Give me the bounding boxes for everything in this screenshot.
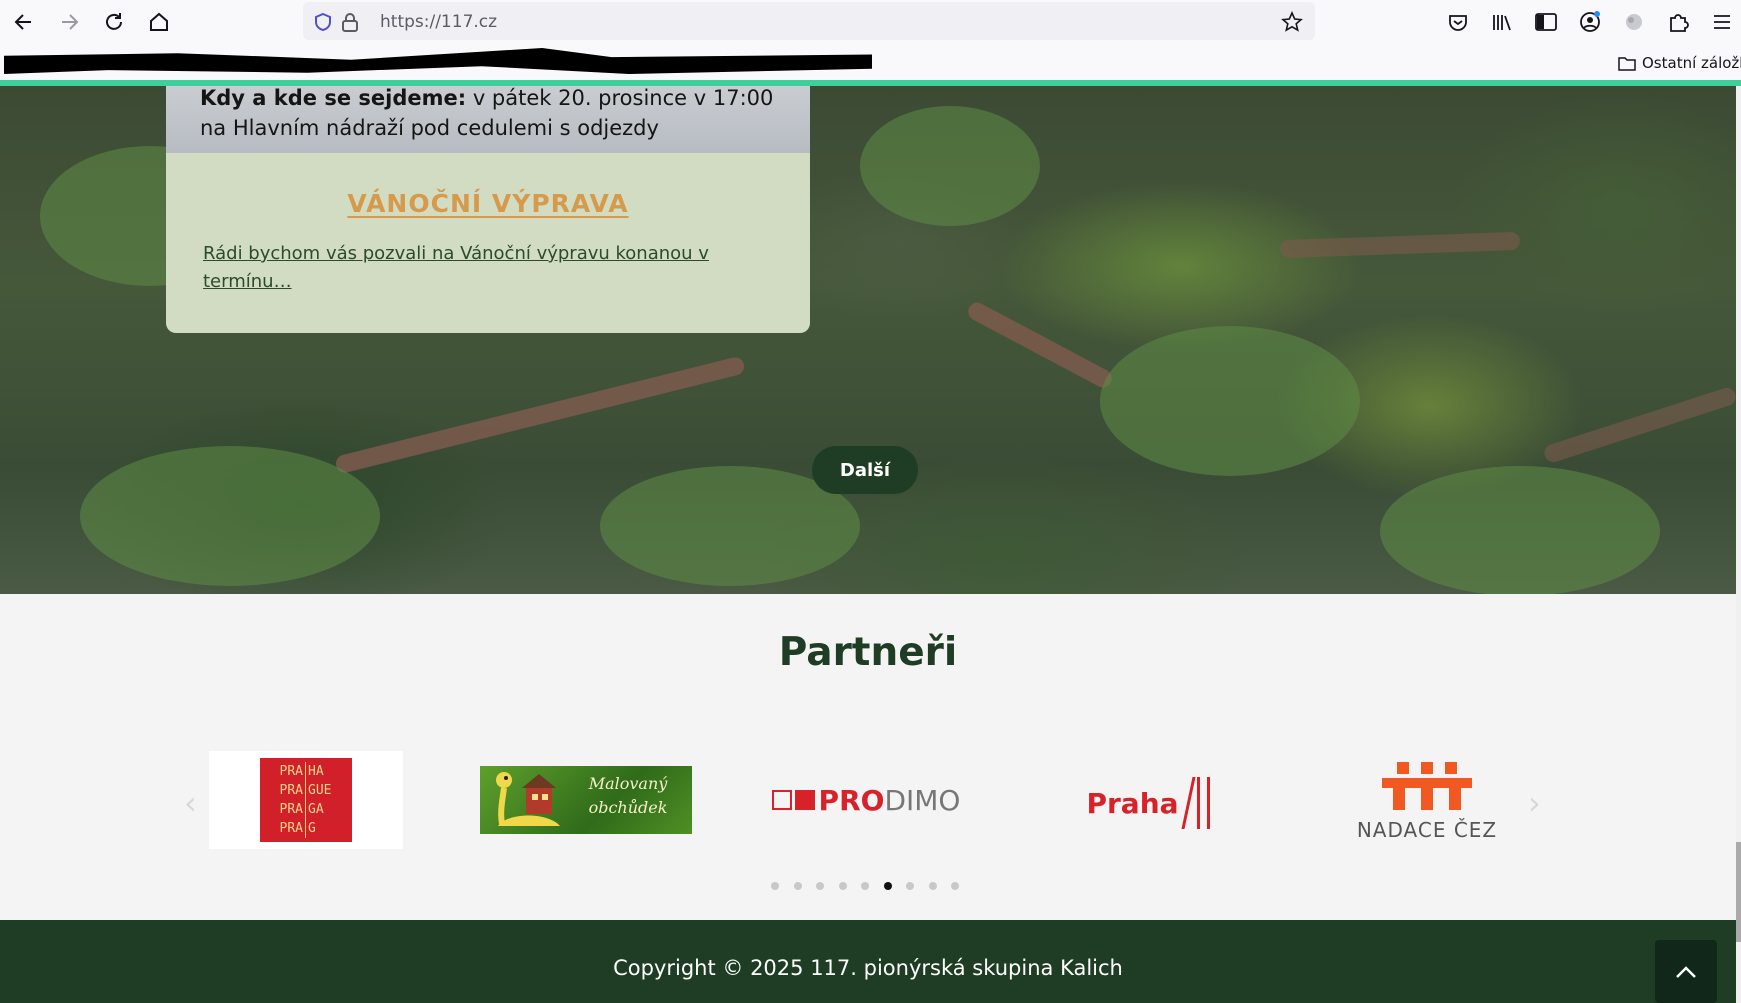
partners-title: Partneři (778, 630, 958, 675)
cez-leg (1421, 788, 1433, 810)
back-to-top-button[interactable] (1655, 940, 1717, 1003)
praha-logo-text: PRA (266, 819, 306, 838)
carousel-dot[interactable] (793, 882, 802, 890)
event-card-body: VÁNOČNÍ VÝPRAVA Rádi bychom vás pozvali … (166, 153, 810, 333)
praha-logo-text: GA (308, 802, 324, 817)
back-icon (14, 14, 31, 30)
event-meet-info: Kdy a kde se sejdeme: v pátek 20. prosin… (200, 86, 773, 110)
partner-logo-malovany-obchudek[interactable]: Malovaný obchůdek (480, 766, 692, 834)
praha3-bar (1181, 777, 1196, 829)
carousel-dot[interactable] (816, 882, 824, 890)
partner-logo-praha[interactable]: PRA HA PRA GUE PRA GA PRA G (209, 751, 403, 849)
partner-logo-prodimo[interactable]: PRODIMO (771, 780, 961, 820)
hero-foliage (80, 446, 380, 586)
cez-dot (1397, 762, 1409, 774)
cez-dot (1421, 762, 1433, 774)
carousel-pagination (771, 882, 959, 890)
chevron-right-icon[interactable]: › (1528, 784, 1541, 822)
star-icon[interactable] (1281, 11, 1303, 33)
praha3-logo-text: Praha (1086, 786, 1179, 820)
cez-dot (1445, 762, 1457, 774)
carousel-dot[interactable] (928, 882, 937, 890)
other-bookmarks-folder[interactable]: Ostatní záložky (1618, 54, 1741, 72)
prodimo-dimo: DIMO (884, 783, 961, 817)
library-icon[interactable] (1489, 9, 1515, 35)
praha-logo-text: PRA (266, 762, 306, 781)
hero-foliage (1380, 466, 1660, 594)
next-button[interactable]: Další (812, 446, 918, 494)
hero-foliage (860, 106, 1040, 226)
prodimo-square-outline (771, 790, 792, 810)
carousel-dot[interactable] (951, 882, 959, 890)
event-title-link[interactable]: VÁNOČNÍ VÝPRAVA (166, 189, 810, 218)
site-footer: Copyright © 2025 117. pionýrská skupina … (0, 920, 1736, 1003)
forward-button[interactable] (55, 8, 83, 36)
home-icon (150, 12, 168, 31)
carousel-dot[interactable] (906, 882, 914, 890)
reload-icon (106, 13, 122, 30)
prodimo-pro: PRO (818, 783, 885, 817)
praha-logo-text: HA (308, 764, 324, 779)
praha-logo-text: PRA (266, 800, 306, 819)
snail-house-icon (496, 772, 560, 826)
event-excerpt-link[interactable]: Rádi bychom vás pozvali na Vánoční výpra… (203, 240, 743, 296)
chevron-left-icon[interactable]: ‹ (184, 784, 197, 822)
forward-icon (62, 14, 79, 30)
hero-foliage (1100, 326, 1360, 476)
pocket-icon[interactable] (1445, 9, 1471, 35)
url-text[interactable]: https://117.cz (380, 12, 497, 32)
partner-logo-nadace-cez[interactable]: NADACE ČEZ (1352, 752, 1502, 852)
cez-logo-legs (1393, 788, 1461, 810)
reload-button[interactable] (100, 8, 128, 36)
extension-puzzle-icon[interactable] (1665, 9, 1691, 35)
carousel-dot[interactable] (861, 882, 869, 890)
carousel-dot[interactable] (883, 882, 892, 890)
prodimo-logo-mark (771, 790, 815, 810)
malovany-logo-text: Malovaný obchůdek (568, 772, 688, 820)
page-scrollbar-thumb[interactable] (1736, 842, 1741, 942)
praha3-bar (1196, 777, 1200, 829)
event-card: Kdy a kde se sejdeme: v pátek 20. prosin… (166, 86, 810, 333)
account-icon[interactable] (1577, 9, 1603, 35)
hero-log (1542, 385, 1736, 465)
hero-log (965, 299, 1115, 391)
folder-icon (1618, 57, 1636, 71)
event-meet-label: Kdy a kde se sejdeme: (200, 86, 467, 110)
chevron-up-icon (1676, 965, 1696, 978)
url-bar[interactable]: https://117.cz (303, 2, 1315, 40)
cez-leg (1449, 788, 1461, 810)
praha-logo-mark: PRA HA PRA GUE PRA GA PRA G (260, 758, 352, 842)
hero-log (1279, 231, 1521, 259)
praha-logo-text: G (308, 821, 316, 836)
sidebar-icon[interactable] (1533, 9, 1559, 35)
event-meet-info-line2: na Hlavním nádraží pod cedulemi s odjezd… (200, 116, 659, 140)
partner-logo-praha-3[interactable]: Praha (1078, 770, 1218, 836)
carousel-dot[interactable] (771, 882, 779, 890)
hero-log (334, 355, 746, 475)
carousel-dot[interactable] (838, 882, 847, 890)
other-bookmarks-label: Ostatní záložky (1642, 54, 1741, 72)
malovany-line2: obchůdek (588, 798, 668, 817)
prodimo-logo-text: PRODIMO (819, 784, 961, 817)
extension-icon[interactable] (1621, 9, 1647, 35)
cez-logo-bar (1382, 778, 1472, 788)
lock-icon[interactable] (339, 11, 361, 33)
praha3-bar (1206, 777, 1210, 829)
footer-copyright: Copyright © 2025 117. pionýrská skupina … (613, 956, 1123, 980)
praha-logo-text: GUE (308, 783, 332, 798)
malovany-line1: Malovaný (588, 774, 668, 793)
cez-logo-text: NADACE ČEZ (1356, 818, 1498, 842)
home-button[interactable] (145, 8, 173, 36)
praha3-logo-bars (1181, 777, 1210, 829)
browser-toolbar: https://117.cz (0, 0, 1741, 43)
shield-icon[interactable] (312, 11, 334, 33)
event-card-image: Kdy a kde se sejdeme: v pátek 20. prosin… (166, 86, 810, 153)
back-button[interactable] (10, 8, 38, 36)
menu-icon[interactable] (1709, 9, 1735, 35)
praha-logo-text: PRA (266, 781, 306, 800)
prodimo-square-filled (794, 790, 815, 810)
cez-leg (1393, 788, 1405, 810)
event-meet-text: v pátek 20. prosince v 17:00 (466, 86, 774, 110)
cez-logo-dots (1397, 762, 1457, 774)
